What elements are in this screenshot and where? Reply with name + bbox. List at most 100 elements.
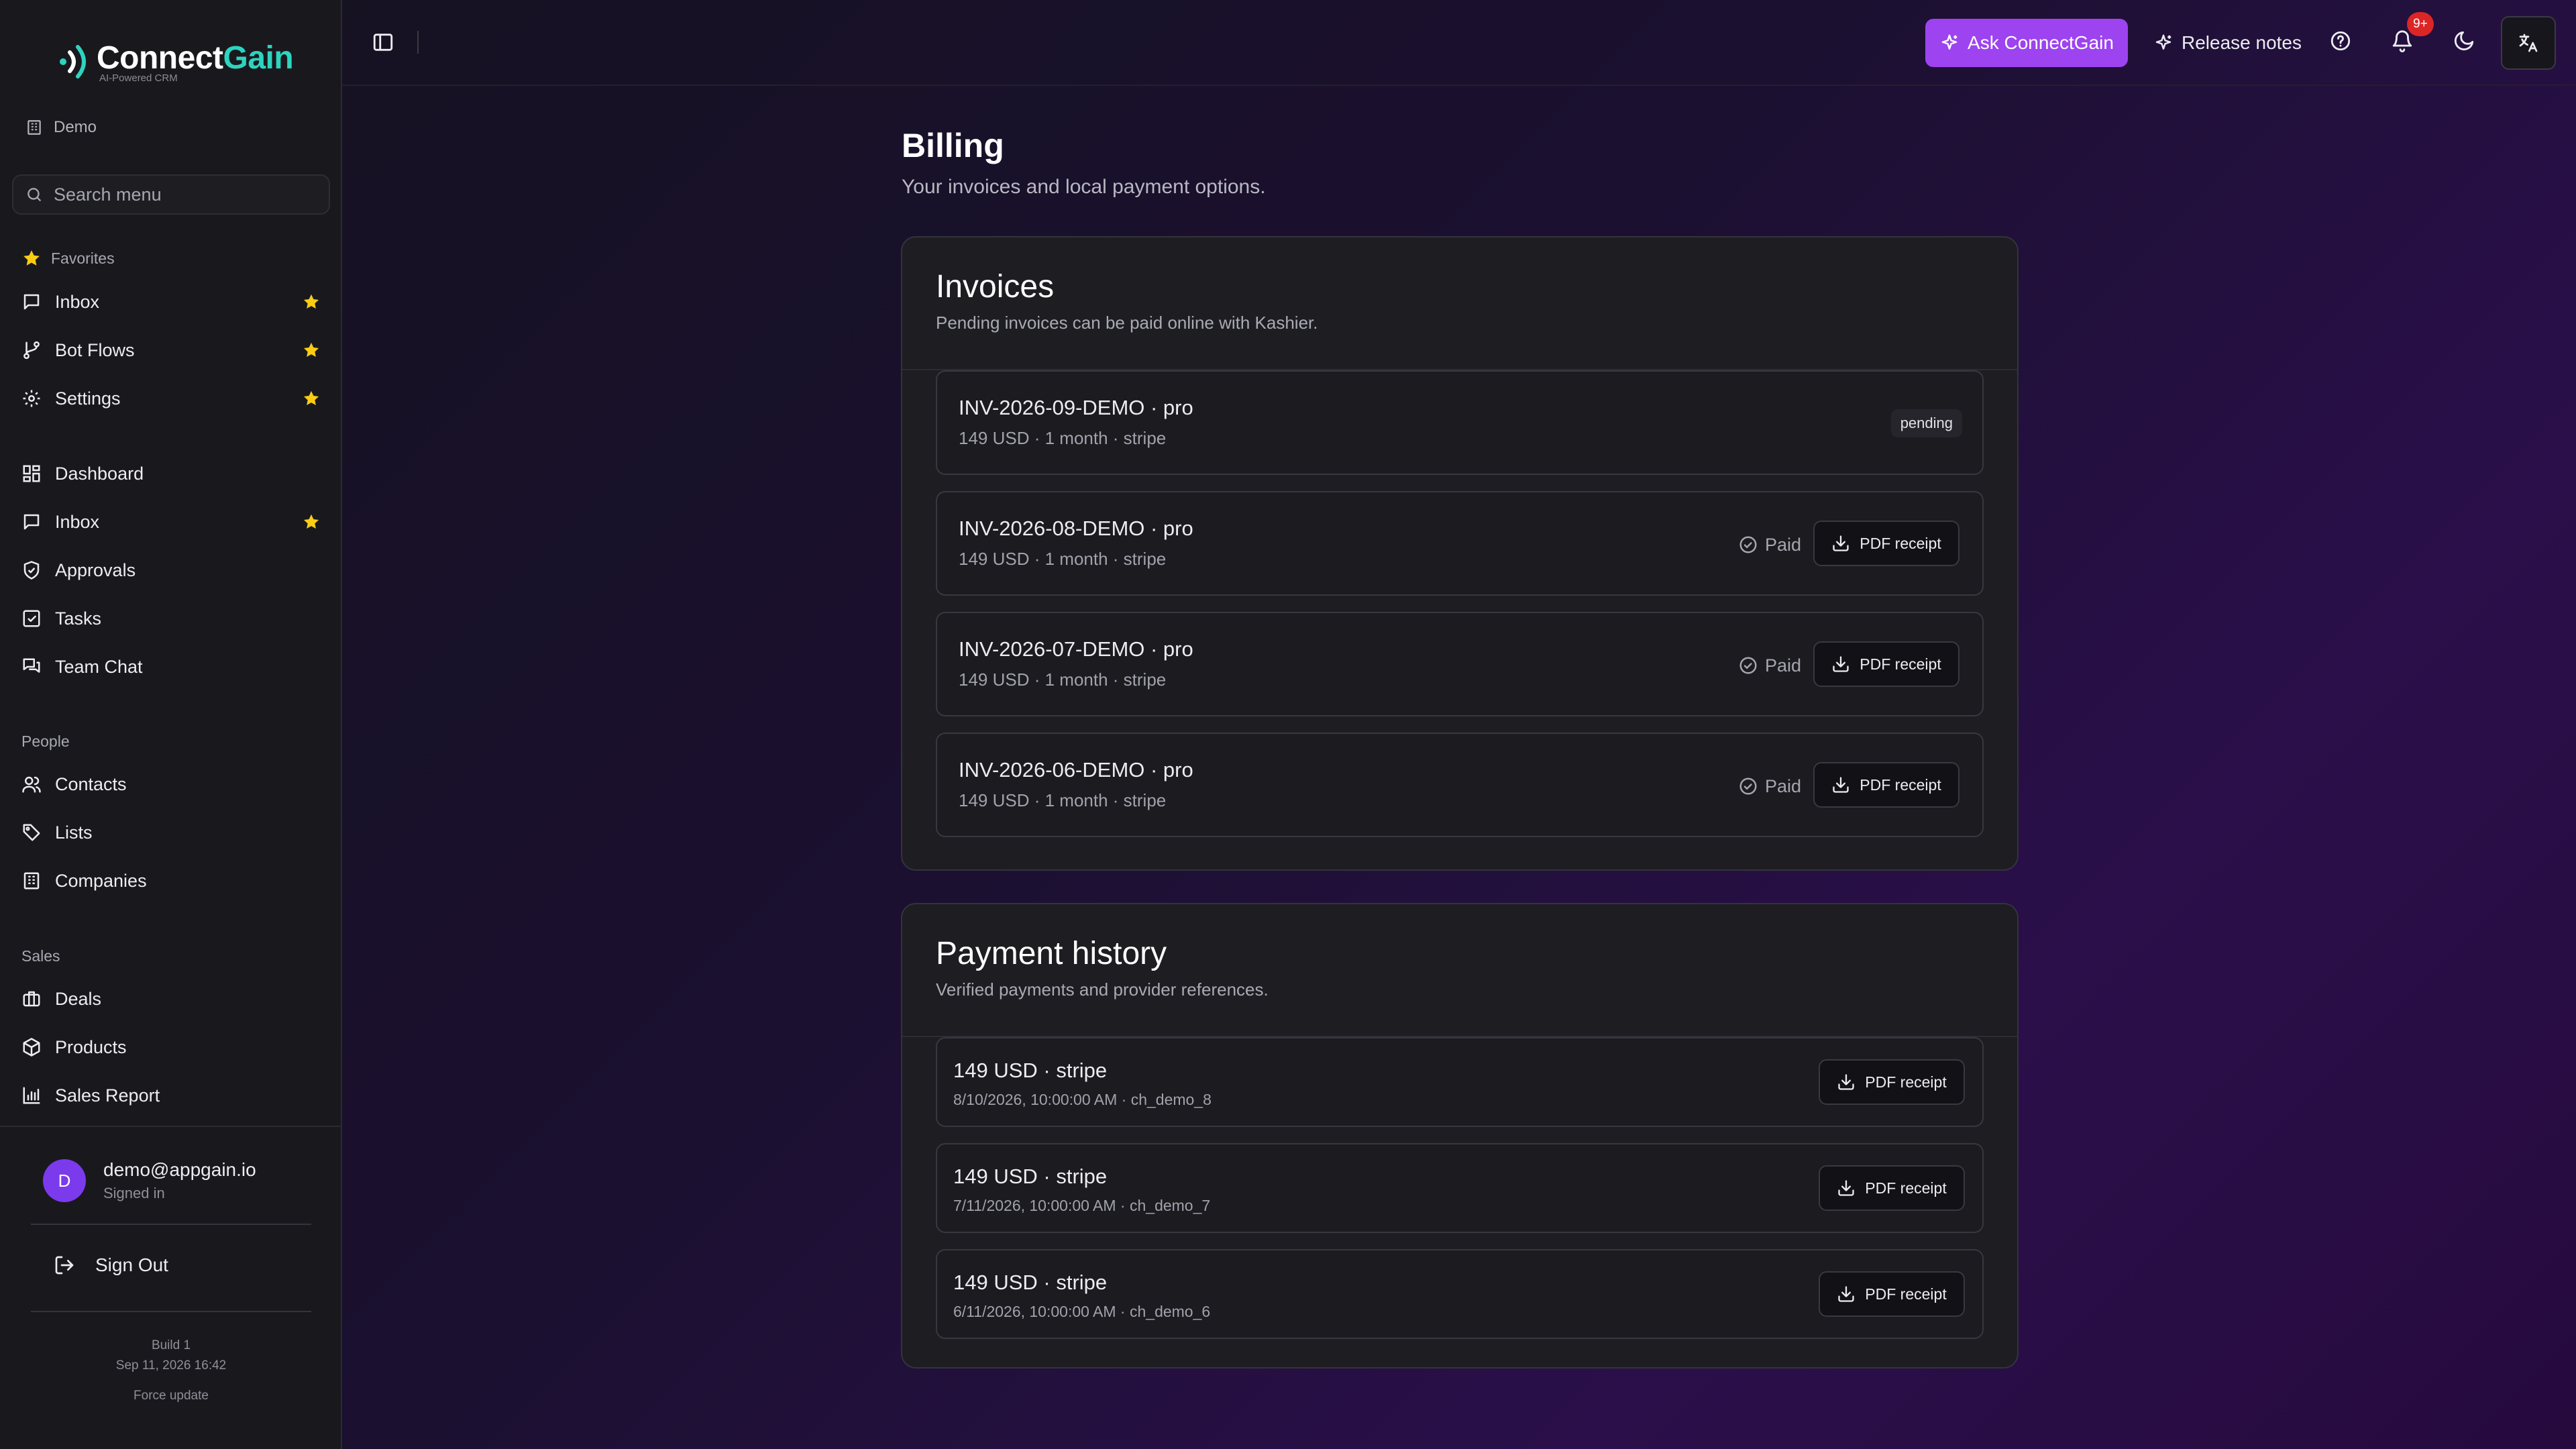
package-icon [23, 1038, 40, 1057]
top-bar: Ask ConnectGain Release notes 9+ [342, 0, 2576, 86]
favorites-label: Favorites [51, 249, 115, 267]
sidebar-item-contacts[interactable]: Contacts [21, 765, 322, 803]
invoice-meta: 149 USD · 1 month · stripe [959, 669, 1167, 690]
help-icon[interactable] [2329, 30, 2352, 52]
star-icon[interactable] [302, 292, 321, 311]
sidebar-item-products[interactable]: Products [21, 1028, 322, 1066]
check-circle-icon [1739, 777, 1757, 795]
sidebar-item-approvals[interactable]: Approvals [21, 551, 322, 589]
sidebar-item-inbox[interactable]: Inbox [21, 503, 322, 541]
sidebar-toggle-icon[interactable] [372, 31, 394, 54]
sidebar-item-label: Bot Flows [55, 339, 135, 360]
brand-logo[interactable]: ConnectGain AI-Powered CRM [56, 38, 294, 84]
favorites-section-label: Favorites [21, 248, 115, 268]
workspace-switcher[interactable]: Demo [25, 118, 97, 137]
building-icon [28, 120, 41, 135]
pdf-receipt-button[interactable]: PDF receipt [1819, 1059, 1965, 1105]
sidebar: ConnectGain AI-Powered CRM Demo Search m… [0, 0, 342, 1449]
pdf-receipt-button[interactable]: PDF receipt [1813, 641, 1960, 687]
payment-title: 149 USD · stripe [953, 1165, 1108, 1188]
pdf-receipt-button[interactable]: PDF receipt [1813, 762, 1960, 808]
translate-icon [2519, 34, 2538, 52]
ask-connectgain-button[interactable]: Ask ConnectGain [1925, 19, 2128, 67]
download-icon [1833, 656, 1849, 672]
message-square-icon [23, 294, 40, 310]
payment-meta: 7/11/2026, 10:00:00 AM · ch_demo_7 [953, 1197, 1211, 1214]
sidebar-item-label: Lists [55, 822, 93, 843]
star-icon[interactable] [302, 389, 321, 408]
build-label: Build 1 [151, 1338, 191, 1352]
gear-icon [23, 390, 40, 407]
paid-label: Paid [1764, 655, 1801, 676]
sidebar-item-label: Inbox [55, 291, 100, 312]
moon-icon[interactable] [2453, 30, 2475, 52]
payment-row: 149 USD · stripe 8/10/2026, 10:00:00 AM … [936, 1037, 1984, 1127]
users-icon [22, 776, 41, 793]
bar-chart-icon [23, 1087, 40, 1104]
payment-title: 149 USD · stripe [953, 1059, 1108, 1082]
sign-out-button[interactable]: Sign Out [54, 1254, 168, 1276]
sidebar-item-label: Dashboard [55, 463, 144, 484]
sidebar-item-deals[interactable]: Deals [21, 980, 322, 1018]
invoice-title: INV-2026-08-DEMO · pro [959, 517, 1193, 540]
page-subtitle: Your invoices and local payment options. [902, 176, 1266, 198]
sparkles-icon [1941, 34, 1957, 50]
sidebar-item-companies[interactable]: Companies [21, 862, 322, 900]
user-profile[interactable]: D demo@appgain.io Signed in [43, 1159, 256, 1202]
pdf-receipt-button[interactable]: PDF receipt [1819, 1271, 1965, 1317]
layout-grid-icon [23, 465, 40, 482]
sidebar-item-favorite-inbox[interactable]: Inbox [21, 283, 322, 321]
pdf-receipt-label: PDF receipt [1860, 775, 1941, 794]
invoice-row: INV-2026-08-DEMO · pro 149 USD · 1 month… [936, 491, 1984, 596]
force-update-link[interactable]: Force update [0, 1389, 342, 1403]
paid-label: Paid [1764, 775, 1801, 796]
notification-badge: 9+ [2407, 12, 2434, 36]
paid-label: Paid [1764, 534, 1801, 555]
brand-name-part-2: Gain [223, 40, 294, 76]
sidebar-item-favorite-bot-flows[interactable]: Bot Flows [21, 331, 322, 369]
avatar: D [43, 1159, 86, 1202]
invoice-meta: 149 USD · 1 month · stripe [959, 428, 1167, 448]
download-icon [1838, 1180, 1854, 1196]
release-notes-button[interactable]: Release notes [2153, 19, 2302, 67]
pdf-receipt-button[interactable]: PDF receipt [1813, 521, 1960, 566]
sidebar-item-label: Deals [55, 988, 102, 1009]
invoice-row: INV-2026-06-DEMO · pro 149 USD · 1 month… [936, 733, 1984, 837]
pdf-receipt-button[interactable]: PDF receipt [1819, 1165, 1965, 1211]
brand-tagline: AI-Powered CRM [99, 72, 178, 84]
sidebar-item-label: Sales Report [55, 1085, 160, 1106]
paid-status: Paid [1738, 771, 1801, 801]
sidebar-item-lists[interactable]: Lists [21, 814, 322, 851]
build-date: Sep 11, 2026 16:42 [115, 1358, 227, 1373]
sidebar-divider [0, 1126, 342, 1127]
message-square-icon [23, 514, 40, 530]
payment-row: 149 USD · stripe 7/11/2026, 10:00:00 AM … [936, 1143, 1984, 1233]
star-icon[interactable] [302, 341, 321, 360]
sidebar-item-sales-report[interactable]: Sales Report [21, 1077, 322, 1114]
topbar-separator [417, 31, 419, 54]
search-menu-input[interactable]: Search menu [12, 174, 330, 215]
pdf-receipt-label: PDF receipt [1865, 1073, 1947, 1091]
log-out-icon [55, 1256, 74, 1275]
people-section-label: People [21, 733, 70, 750]
check-circle-icon [1739, 536, 1757, 553]
check-circle-icon [1739, 657, 1757, 674]
invoices-title: Invoices [936, 269, 1055, 305]
sign-out-label: Sign Out [95, 1254, 168, 1275]
sidebar-item-favorite-settings[interactable]: Settings [21, 380, 322, 417]
payment-history-subtitle: Verified payments and provider reference… [936, 979, 1269, 1000]
sidebar-item-dashboard[interactable]: Dashboard [21, 455, 322, 492]
star-icon[interactable] [302, 513, 321, 531]
sidebar-divider [31, 1224, 311, 1225]
sidebar-item-label: Products [55, 1036, 127, 1057]
sidebar-item-label: Contacts [55, 773, 127, 794]
invoice-title: INV-2026-07-DEMO · pro [959, 637, 1193, 661]
language-button[interactable] [2501, 16, 2556, 70]
status-badge: pending [1890, 409, 1962, 437]
sidebar-item-tasks[interactable]: Tasks [21, 600, 322, 637]
invoice-row: INV-2026-07-DEMO · pro 149 USD · 1 month… [936, 612, 1984, 716]
invoices-card: Invoices Pending invoices can be paid on… [901, 236, 2019, 871]
sidebar-item-team-chat[interactable]: Team Chat [21, 648, 322, 686]
payment-history-card: Payment history Verified payments and pr… [901, 903, 2019, 1368]
shield-check-icon [23, 561, 40, 580]
